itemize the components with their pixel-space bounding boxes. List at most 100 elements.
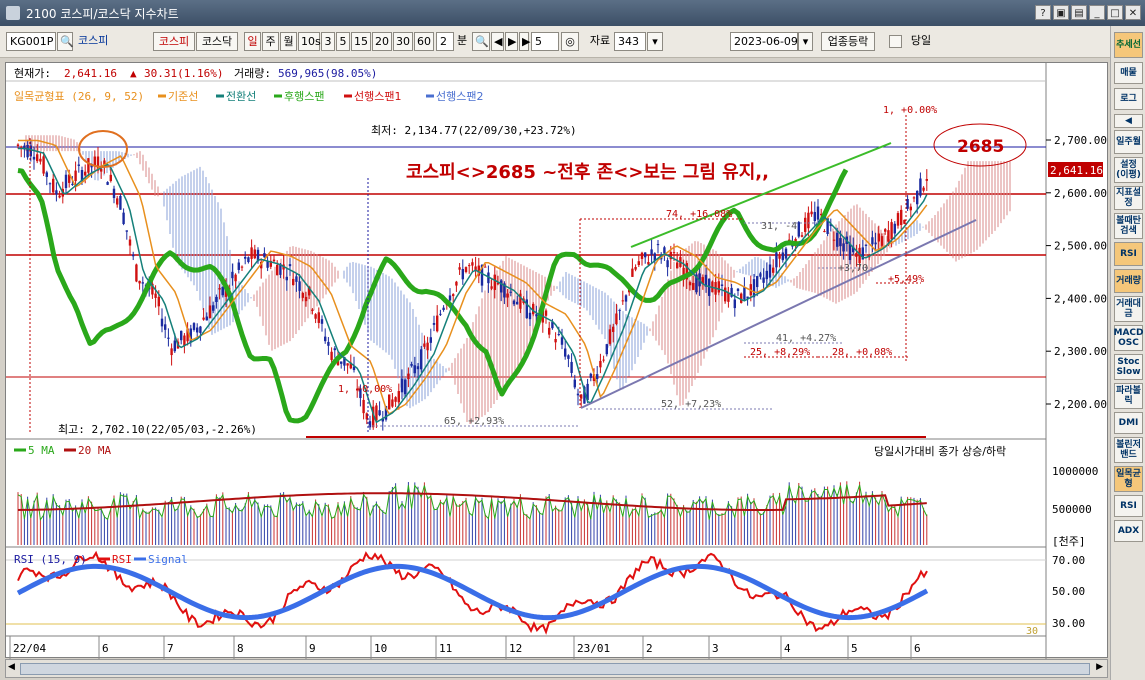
candle-body	[848, 243, 852, 261]
candle-body	[493, 274, 496, 290]
candle-body	[237, 262, 240, 270]
sidebar-item-ma-settings[interactable]: 설정(이평)	[1114, 157, 1143, 183]
candle-body	[413, 365, 416, 374]
search-icon[interactable]: 🔍	[57, 32, 74, 51]
sidebar-item-volume[interactable]: 거래량	[1114, 269, 1143, 293]
zoom-icon[interactable]: 🔍	[472, 32, 490, 51]
candle-body	[231, 271, 234, 279]
candle-body	[765, 270, 768, 280]
candle-body	[122, 212, 125, 224]
rsi-tick-30: 30.00	[1052, 617, 1085, 630]
sidebar-item-period[interactable]: 일주월	[1114, 130, 1143, 154]
candle-body	[842, 243, 845, 252]
candle-body	[391, 399, 394, 407]
sidebar-item-dmi[interactable]: DMI	[1114, 412, 1143, 434]
candle-body	[160, 318, 164, 327]
period-15[interactable]: 15	[351, 32, 371, 51]
sidebar-collapse-icon[interactable]: ◀	[1114, 114, 1143, 128]
next-icon[interactable]: ▶	[505, 32, 518, 51]
period-week[interactable]: 주	[262, 32, 279, 51]
candle-body	[506, 293, 509, 298]
period-5[interactable]: 5	[336, 32, 350, 51]
x-tick-label: 4	[784, 642, 791, 655]
period-20[interactable]: 20	[372, 32, 392, 51]
step-input[interactable]: 5	[531, 32, 559, 51]
kospi-button[interactable]: 코스피	[153, 32, 195, 51]
candle-body	[919, 178, 922, 196]
candle-body	[138, 280, 141, 284]
end-icon[interactable]: ▶	[519, 32, 530, 51]
candle-body	[388, 394, 391, 410]
kosdaq-button[interactable]: 코스닥	[196, 32, 238, 51]
candle-body	[240, 266, 244, 268]
x-tick-label: 10	[374, 642, 387, 655]
period-10s[interactable]: 10s	[298, 32, 321, 51]
minimize-icon[interactable]: _	[1089, 5, 1105, 20]
candle-body	[32, 156, 36, 160]
x-axis: 22/04 6 7 8 9 10 11 12 23/01 2 3 4 5 6	[9, 636, 921, 659]
rsi-tick-70: 70.00	[1052, 554, 1085, 567]
sidebar-item-log[interactable]: 로그	[1114, 88, 1143, 110]
candle-body	[570, 361, 573, 373]
period-60[interactable]: 60	[414, 32, 434, 51]
sidebar-item-bollinger[interactable]: 볼린저밴드	[1114, 437, 1143, 463]
scroll-right-icon[interactable]: ▶	[1096, 662, 1103, 672]
candle-body	[266, 261, 269, 268]
x-tick-label: 2	[646, 642, 653, 655]
data-count-chevron-down-icon[interactable]: ▾	[647, 32, 663, 51]
code-input[interactable]: KG001P	[6, 32, 56, 51]
prev-icon[interactable]: ◀	[491, 32, 504, 51]
sidebar-item-supply[interactable]: 매물	[1114, 62, 1143, 84]
candle-body	[624, 295, 628, 302]
candle-body	[109, 174, 112, 182]
refresh-icon[interactable]: ◎	[561, 32, 579, 51]
candle-body	[836, 232, 839, 247]
sidebar-item-rsi-2[interactable]: RSI	[1114, 495, 1143, 517]
date-chevron-down-icon[interactable]: ▾	[798, 32, 813, 51]
candle-body	[272, 259, 276, 262]
link-icon[interactable]: ▣	[1053, 5, 1069, 20]
candle-body	[877, 233, 880, 242]
sidebar-item-trade-value[interactable]: 거래대금	[1114, 296, 1143, 322]
sidebar-item-stochastic[interactable]: Stoc Slow	[1114, 354, 1143, 380]
x-tick-label: 6	[914, 642, 921, 655]
candle-body	[762, 277, 765, 283]
candle-body	[692, 282, 695, 290]
sidebar-item-macd[interactable]: MACD OSC	[1114, 325, 1144, 351]
candle-body	[784, 248, 788, 259]
candle-body	[573, 379, 576, 388]
sidebar-item-search[interactable]: 볼때탄검색	[1114, 213, 1143, 239]
sidebar-item-rsi[interactable]: RSI	[1114, 242, 1143, 266]
measure-37-label: +3,70	[838, 263, 868, 274]
scroll-left-icon[interactable]: ◀	[8, 662, 15, 672]
low-annotation: 최저: 2,134.77(22/09/30,+23.72%)	[371, 124, 577, 137]
pin-icon[interactable]: ▤	[1071, 5, 1087, 20]
date-select[interactable]: 2023-06-09	[730, 32, 798, 51]
sidebar-item-ichimoku[interactable]: 일목균형	[1114, 466, 1143, 492]
candle-body	[221, 286, 224, 296]
scrollbar[interactable]: ◀ ▶	[5, 659, 1108, 678]
candle-body	[516, 301, 519, 305]
sidebar-item-parabolic[interactable]: 파라볼릭	[1114, 383, 1143, 409]
sector-button[interactable]: 업종등락	[821, 32, 875, 51]
sidebar-item-adx[interactable]: ADX	[1114, 520, 1143, 542]
help-icon[interactable]: ?	[1035, 5, 1051, 20]
period-day[interactable]: 일	[244, 32, 261, 51]
period-3[interactable]: 3	[321, 32, 335, 51]
candle-body	[378, 410, 381, 416]
x-tick-label: 3	[712, 642, 719, 655]
sidebar-item-trendline[interactable]: 추세선	[1114, 32, 1143, 58]
candle-body	[912, 197, 916, 199]
period-month[interactable]: 월	[280, 32, 297, 51]
period-30[interactable]: 30	[393, 32, 413, 51]
data-count-select[interactable]: 343	[614, 32, 646, 51]
scroll-thumb[interactable]	[20, 663, 1090, 675]
candle-body	[512, 300, 516, 305]
minute-input[interactable]: 2	[436, 32, 454, 51]
current-price-value: 2,641.16	[64, 67, 117, 80]
close-icon[interactable]: ✕	[1125, 5, 1141, 20]
sidebar-item-indicator-settings[interactable]: 지표설정	[1114, 186, 1143, 210]
today-checkbox[interactable]	[889, 35, 902, 48]
chart-area[interactable]: 2,700.00 2,600.00 2,500.00 2,400.00 2,300.00…	[5, 62, 1108, 659]
maximize-icon[interactable]: □	[1107, 5, 1123, 20]
